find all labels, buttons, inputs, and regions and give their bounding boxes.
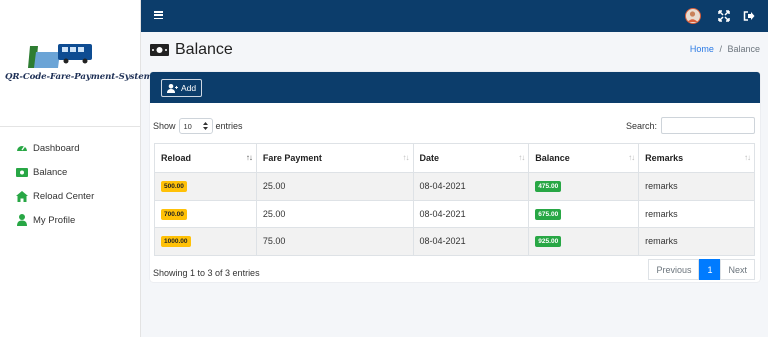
add-button[interactable]: Add	[161, 79, 203, 97]
sidebar-item-label: Balance	[33, 166, 68, 178]
show-label: Show	[153, 121, 176, 131]
column-header-reload[interactable]: Reload ↑↓	[154, 143, 257, 173]
home-icon	[16, 190, 28, 202]
sidebar-item-label: My Profile	[33, 214, 76, 226]
cell-remarks: remarks	[638, 227, 755, 256]
column-header-label: Fare Payment	[262, 153, 322, 163]
column-header-label: Date	[419, 153, 440, 163]
sort-icon: ↑↓	[518, 153, 525, 162]
balance-badge: 925.00	[535, 236, 562, 248]
entries-label: entries	[215, 121, 243, 131]
cell-date: 08-04-2021	[412, 199, 530, 228]
sort-icon: ↑↓	[628, 153, 635, 162]
search-control: Search:	[626, 117, 755, 134]
cell-reload: 500.00	[154, 172, 257, 201]
balance-badge: 475.00	[535, 181, 562, 193]
table-header-row: Reload ↑↓ Fare Payment ↑↓ Date ↑↓ Balance ↑↓…	[154, 143, 755, 173]
table-row: 700.00 25.00 08-04-2021 675.00 remarks	[154, 199, 755, 228]
cell-balance: 475.00	[528, 172, 640, 201]
pagination: Previous 1 Next	[648, 259, 755, 280]
money-bill-icon	[16, 166, 28, 178]
page-title: Balance	[150, 41, 233, 59]
entries-length-control: Show 10 entries	[153, 118, 243, 134]
sidebar-divider	[0, 126, 141, 127]
sidebar-item-label: Dashboard	[33, 142, 80, 154]
search-label: Search:	[625, 120, 657, 131]
cell-fare-payment: 25.00	[255, 172, 414, 201]
pagination-next-button[interactable]: Next	[720, 259, 755, 280]
column-header-balance[interactable]: Balance ↑↓	[528, 143, 640, 173]
search-input[interactable]	[661, 117, 755, 134]
balance-badge: 675.00	[535, 208, 562, 220]
column-header-label: Remarks	[645, 153, 684, 163]
reload-badge: 500.00	[161, 181, 187, 193]
reload-badge: 700.00	[161, 208, 187, 220]
cell-date: 08-04-2021	[412, 172, 530, 201]
logo-text: QR-Code-Fare-Payment-System	[5, 72, 153, 82]
sort-icon: ↑↓	[245, 153, 253, 162]
sidebar-item-dashboard[interactable]: Dashboard	[0, 136, 141, 160]
column-header-label: Balance	[535, 153, 570, 163]
column-header-fare-payment[interactable]: Fare Payment ↑↓	[255, 143, 414, 173]
sidebar: QR-Code-Fare-Payment-System Dashboard Ba…	[0, 0, 153, 337]
logo-bus-icon	[28, 44, 92, 68]
pagination-page-button[interactable]: 1	[699, 259, 721, 280]
cell-reload: 1000.00	[154, 227, 257, 256]
column-header-date[interactable]: Date ↑↓	[412, 143, 530, 173]
table-row: 1000.00 75.00 08-04-2021 925.00 remarks	[154, 227, 755, 256]
user-avatar[interactable]	[685, 8, 701, 24]
sort-icon: ↑↓	[744, 153, 751, 162]
card-header: Add	[150, 72, 760, 103]
pagination-previous-button[interactable]: Previous	[648, 259, 700, 280]
fullscreen-icon[interactable]	[718, 10, 730, 22]
table-row: 500.00 25.00 08-04-2021 475.00 remarks	[154, 172, 755, 201]
select-arrows-icon	[202, 122, 208, 130]
tachometer-icon	[16, 142, 28, 154]
sort-icon: ↑↓	[402, 153, 410, 162]
sidebar-nav: Dashboard Balance Reload Center My Profi…	[0, 136, 141, 232]
cell-reload: 700.00	[154, 199, 257, 228]
column-header-remarks[interactable]: Remarks ↑↓	[638, 143, 755, 173]
breadcrumb-home-link[interactable]: Home	[690, 44, 714, 54]
entries-select[interactable]: 10	[178, 118, 213, 134]
user-icon	[16, 214, 28, 226]
cell-remarks: remarks	[638, 199, 755, 228]
cell-fare-payment: 75.00	[255, 227, 414, 256]
cell-balance: 925.00	[528, 227, 640, 256]
table-info: Showing 1 to 3 of 3 entries	[153, 268, 260, 278]
reload-badge: 1000.00	[161, 236, 191, 248]
user-plus-icon	[167, 83, 178, 93]
top-navbar	[141, 0, 768, 32]
breadcrumb-current: Balance	[727, 44, 760, 54]
page-title-text: Balance	[175, 41, 233, 58]
balance-table: Reload ↑↓ Fare Payment ↑↓ Date ↑↓ Balance ↑↓…	[154, 143, 755, 256]
balance-card: Add Show 10 entries Search: Reload ↑↓ Far…	[150, 72, 760, 282]
breadcrumb: Home / Balance	[690, 44, 760, 54]
logout-icon[interactable]	[743, 10, 755, 22]
breadcrumb-separator: /	[719, 44, 722, 54]
cell-remarks: remarks	[638, 172, 755, 201]
cell-balance: 675.00	[528, 199, 640, 228]
cell-fare-payment: 25.00	[255, 199, 414, 228]
sidebar-item-label: Reload Center	[33, 190, 95, 202]
add-button-label: Add	[181, 83, 197, 93]
sidebar-item-my-profile[interactable]: My Profile	[0, 208, 141, 232]
column-header-label: Reload	[161, 153, 192, 163]
sidebar-item-balance[interactable]: Balance	[0, 160, 141, 184]
money-bill-icon	[150, 44, 169, 56]
hamburger-menu-icon[interactable]	[154, 11, 163, 20]
sidebar-item-reload-center[interactable]: Reload Center	[0, 184, 141, 208]
entries-select-value: 10	[183, 121, 192, 131]
cell-date: 08-04-2021	[412, 227, 530, 256]
